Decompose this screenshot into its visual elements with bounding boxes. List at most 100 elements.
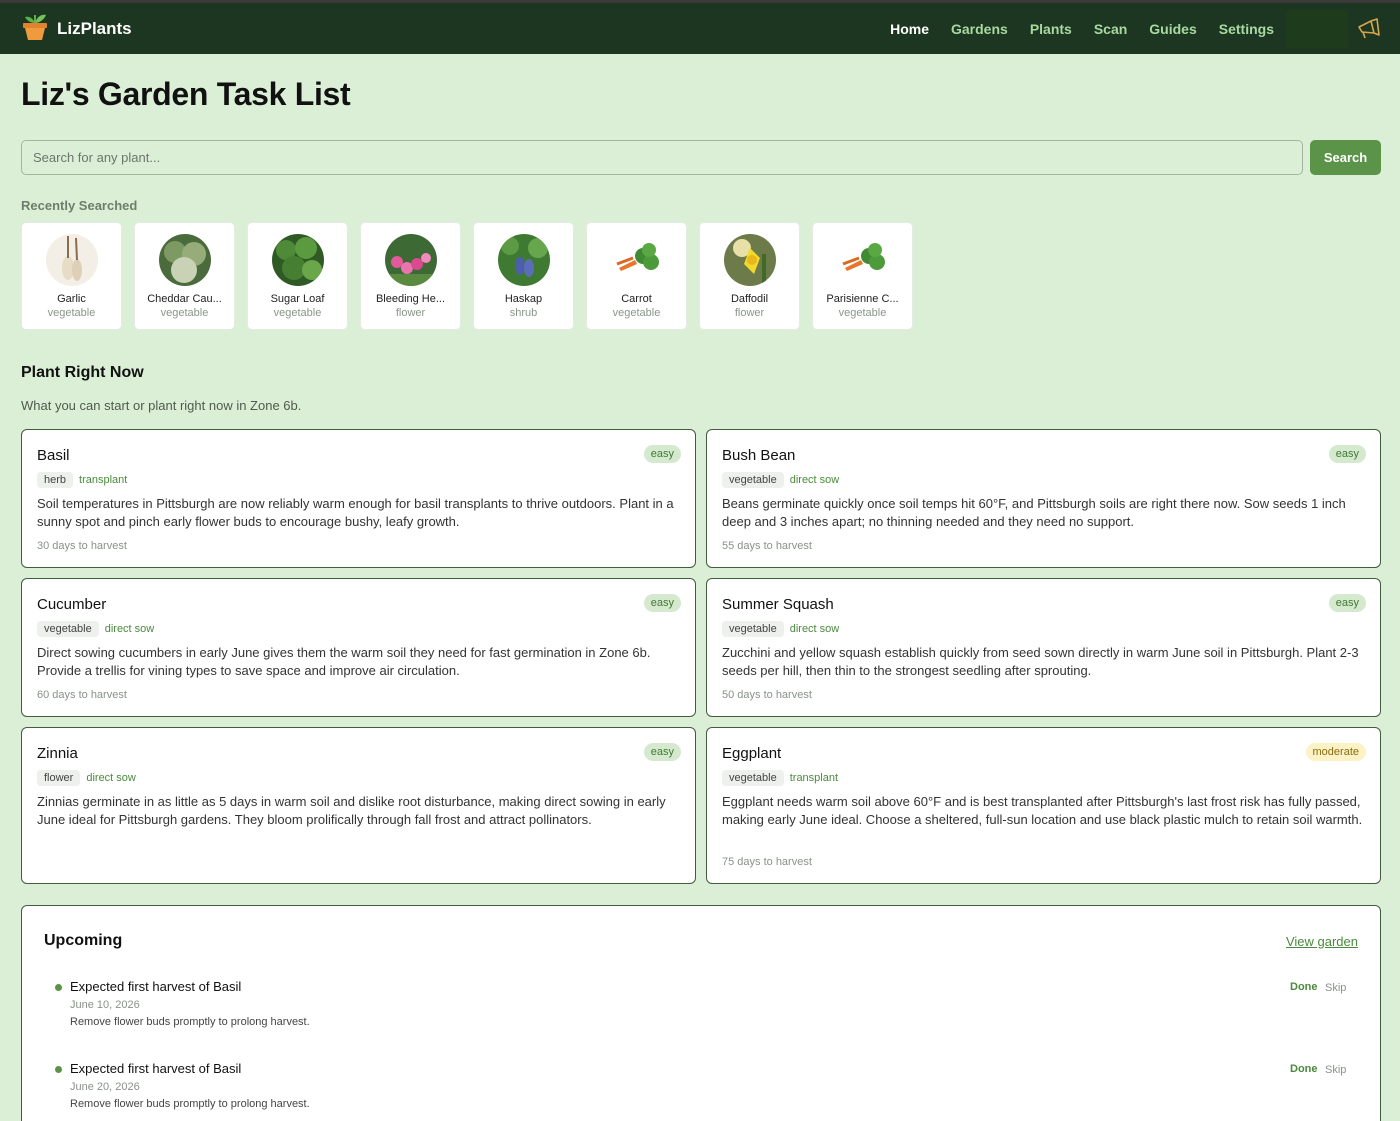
flowerpot-logo-icon (21, 11, 49, 46)
recent-type: flower (395, 307, 426, 319)
plant-name: Eggplant (722, 745, 782, 762)
search-input[interactable] (21, 140, 1303, 175)
difficulty-badge: moderate (1305, 743, 1366, 761)
view-garden-link[interactable]: View garden (1286, 934, 1358, 949)
plant-method-tag: transplant (79, 474, 128, 486)
days-to-harvest: 30 days to harvest (37, 540, 127, 552)
recently-searched-title: Recently Searched (21, 198, 138, 213)
plant-card-eggplant[interactable]: Eggplant moderate vegetable transplant E… (706, 727, 1381, 884)
plant-type-tag: vegetable (722, 621, 784, 637)
task-skip-button[interactable]: Skip (1325, 1064, 1346, 1076)
cauliflower-photo-icon (158, 234, 211, 286)
plant-type-tag: vegetable (722, 770, 784, 786)
difficulty-badge: easy (643, 594, 681, 612)
nav-scan[interactable]: Scan (1094, 21, 1127, 37)
plant-name: Zinnia (37, 745, 78, 762)
recent-name: Sugar Loaf (270, 293, 325, 305)
task-date: June 10, 2026 (70, 999, 140, 1011)
page-title: Liz's Garden Task List (21, 76, 351, 112)
plant-card-bush-bean[interactable]: Bush Bean easy vegetable direct sow Bean… (706, 429, 1381, 568)
plant-method-tag: direct sow (86, 772, 136, 784)
plant-card-cucumber[interactable]: Cucumber easy vegetable direct sow Direc… (21, 578, 696, 717)
recent-card-carrot[interactable]: Carrot vegetable (586, 222, 687, 330)
search-button[interactable]: Search (1310, 140, 1381, 175)
recent-type: flower (734, 307, 765, 319)
days-to-harvest: 60 days to harvest (37, 689, 127, 701)
plant-description: Eggplant needs warm soil above 60°F and … (722, 794, 1363, 827)
recent-card-daffodil[interactable]: Daffodil flower (699, 222, 800, 330)
difficulty-badge: easy (1328, 594, 1366, 612)
plant-type-tag: flower (37, 770, 81, 786)
task-skip-button[interactable]: Skip (1325, 982, 1346, 994)
recent-card-cheddar-cauliflower[interactable]: Cheddar Cau... vegetable (134, 222, 235, 330)
daffodil-photo-icon (723, 234, 776, 286)
recent-type: vegetable (160, 307, 209, 319)
plant-right-now-title: Plant Right Now (21, 364, 144, 381)
plant-method-tag: transplant (789, 772, 839, 784)
nav-plants[interactable]: Plants (1030, 21, 1072, 37)
task-title: Expected first harvest of Basil (70, 1061, 242, 1076)
plant-tags: vegetable direct sow (722, 472, 839, 488)
brand[interactable]: LizPlants (21, 11, 132, 46)
task-bullet-icon (55, 984, 62, 991)
task-bullet-icon (55, 1066, 62, 1073)
recent-name: Garlic (57, 293, 86, 305)
upcoming-panel: Upcoming View garden Expected first harv… (21, 905, 1381, 1121)
recent-card-bleeding-heart[interactable]: Bleeding He... flower (360, 222, 461, 330)
megaphone-icon[interactable] (1356, 16, 1382, 42)
task-title: Expected first harvest of Basil (70, 979, 242, 994)
plant-name: Summer Squash (722, 596, 834, 613)
plant-description: Direct sowing cucumbers in early June gi… (37, 645, 651, 678)
plant-method-tag: direct sow (789, 623, 840, 635)
recent-type: vegetable (273, 307, 322, 319)
recent-type: shrub (509, 307, 538, 319)
plant-tags: herb transplant (37, 472, 127, 488)
recent-card-garlic[interactable]: Garlic vegetable (21, 222, 122, 330)
plant-right-now-subtitle: What you can start or plant right now in… (21, 398, 302, 413)
difficulty-badge: easy (643, 743, 681, 761)
brand-name: LizPlants (57, 18, 132, 38)
main-nav: Home Gardens Plants Scan Guides Settings (890, 3, 1400, 54)
recent-name: Parisienne C... (826, 293, 899, 305)
chicory-photo-icon (271, 234, 324, 286)
bleeding-heart-photo-icon (384, 234, 437, 286)
plant-name: Bush Bean (722, 447, 796, 464)
task-done-button[interactable]: Done (1290, 1063, 1318, 1075)
haskap-photo-icon (497, 234, 550, 286)
days-to-harvest: 50 days to harvest (722, 689, 812, 701)
recent-name: Bleeding He... (375, 293, 446, 305)
plant-description: Soil temperatures in Pittsburgh are now … (37, 496, 674, 529)
recent-name: Carrot (621, 293, 652, 305)
plant-name: Basil (37, 447, 70, 464)
nav-account-box[interactable] (1286, 9, 1348, 48)
plant-tags: flower direct sow (37, 770, 136, 786)
recent-card-parisienne-carrot[interactable]: Parisienne C... vegetable (812, 222, 913, 330)
plant-description: Zucchini and yellow squash establish qui… (722, 645, 1359, 678)
nav-home[interactable]: Home (890, 21, 929, 37)
plant-method-tag: direct sow (789, 474, 840, 486)
nav-gardens[interactable]: Gardens (951, 21, 1008, 37)
days-to-harvest: 55 days to harvest (722, 540, 812, 552)
carrot-photo-icon (836, 234, 889, 286)
carrot-photo-icon (610, 234, 663, 286)
plant-tags: vegetable direct sow (37, 621, 154, 637)
search-bar: Search (21, 140, 1381, 176)
plant-type-tag: vegetable (722, 472, 784, 488)
recent-card-sugar-loaf[interactable]: Sugar Loaf vegetable (247, 222, 348, 330)
nav-settings[interactable]: Settings (1219, 21, 1274, 37)
plant-card-zinnia[interactable]: Zinnia easy flower direct sow Zinnias ge… (21, 727, 696, 884)
recent-type: vegetable (47, 307, 96, 319)
upcoming-title: Upcoming (44, 932, 123, 949)
plant-description: Zinnias germinate in as little as 5 days… (37, 794, 666, 827)
plant-tags: vegetable direct sow (722, 621, 839, 637)
task-done-button[interactable]: Done (1290, 981, 1318, 993)
task-note: Remove flower buds promptly to prolong h… (70, 1016, 310, 1028)
plant-card-summer-squash[interactable]: Summer Squash easy vegetable direct sow … (706, 578, 1381, 717)
recently-searched-list: Garlic vegetable Cheddar Cau... vegetabl… (21, 222, 925, 330)
nav-guides[interactable]: Guides (1149, 21, 1196, 37)
task-note: Remove flower buds promptly to prolong h… (70, 1098, 310, 1110)
recent-card-haskap[interactable]: Haskap shrub (473, 222, 574, 330)
garlic-photo-icon (45, 234, 98, 286)
plant-card-basil[interactable]: Basil easy herb transplant Soil temperat… (21, 429, 696, 568)
difficulty-badge: easy (643, 445, 681, 463)
